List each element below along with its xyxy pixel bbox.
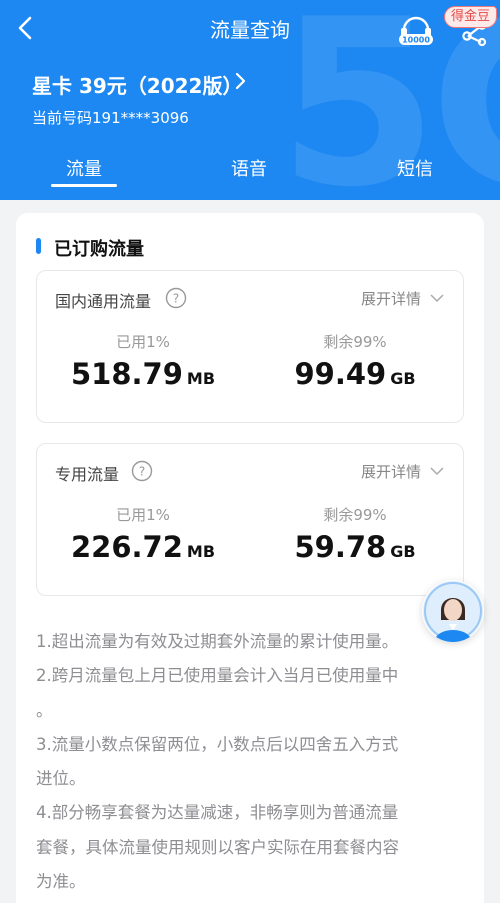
- used-amount: 518.79 MB: [33, 357, 253, 391]
- note-line: 4.部分畅享套餐为达量减速，非畅享则为普通流量: [36, 803, 399, 823]
- expand-details-link[interactable]: 展开详情: [361, 288, 421, 309]
- remaining-amount: 99.49 GB: [245, 357, 465, 391]
- note-line: 2.跨月流量包上月已使用量会计入当月已使用量中: [36, 666, 399, 686]
- tab-data[interactable]: 流量: [39, 155, 129, 181]
- question-circle-icon[interactable]: ?: [131, 460, 153, 482]
- customer-service-button[interactable]: 10000: [396, 12, 436, 48]
- header: 5G 流量查询 10000 得金豆 星卡 39元（2022版） 当前号码191*…: [0, 0, 500, 200]
- data-group-dedicated: 专用流量 ? 展开详情 已用1% 剩余99% 226.72 MB 59.78 GB: [36, 443, 464, 596]
- notes: 1.超出流量为有效及过期套外流量的累计使用量。 2.跨月流量包上月已使用量会计入…: [36, 625, 466, 899]
- used-value: 518.79: [70, 357, 183, 391]
- remaining-value: 99.49: [294, 357, 387, 391]
- svg-text:?: ?: [139, 465, 145, 479]
- note-line: 进位。: [36, 769, 86, 789]
- remaining-amount: 59.78 GB: [245, 530, 465, 564]
- expand-details-link[interactable]: 展开详情: [361, 461, 421, 482]
- note-line: 为准。: [36, 872, 86, 892]
- plan-name[interactable]: 星卡 39元（2022版）: [32, 70, 242, 99]
- chevron-right-icon[interactable]: [232, 68, 250, 94]
- section-marker: [36, 238, 41, 254]
- note-line: 套餐，具体流量使用规则以客户实际在用套餐内容: [36, 837, 399, 857]
- used-amount: 226.72 MB: [33, 530, 253, 564]
- chevron-down-icon[interactable]: [429, 463, 445, 479]
- used-unit: MB: [186, 542, 216, 561]
- gold-bean-badge[interactable]: 得金豆: [444, 6, 498, 28]
- remaining-value: 59.78: [294, 530, 387, 564]
- data-group-domestic: 国内通用流量 ? 展开详情 已用1% 剩余99% 518.79 MB 99.49 G…: [36, 270, 464, 423]
- group-label: 专用流量: [55, 465, 120, 484]
- chevron-down-icon[interactable]: [429, 290, 445, 306]
- assistant-avatar-button[interactable]: [422, 580, 484, 642]
- tab-bar: 流量 语音 短信: [0, 150, 500, 190]
- phone-label: 当前号码: [32, 109, 93, 127]
- note-line: 1.超出流量为有效及过期套外流量的累计使用量。: [36, 632, 399, 651]
- assistant-avatar-icon: [423, 581, 483, 642]
- remaining-caption: 剩余99%: [323, 506, 387, 524]
- group-label: 国内通用流量: [55, 292, 152, 311]
- used-caption: 已用1%: [116, 506, 170, 524]
- service-number: 10000: [402, 36, 430, 45]
- customer-service-icon: 10000: [399, 16, 433, 45]
- used-unit: MB: [186, 369, 216, 388]
- tab-voice[interactable]: 语音: [204, 155, 294, 181]
- current-number: 当前号码191****3096: [32, 107, 189, 128]
- tab-active-indicator: [51, 184, 117, 187]
- svg-text:?: ?: [173, 292, 179, 306]
- phone-number: 191****3096: [92, 109, 189, 127]
- subscribed-data-card: 已订购流量 国内通用流量 ? 展开详情 已用1% 剩余99% 518.79 MB …: [16, 213, 484, 903]
- section-title: 已订购流量: [54, 239, 144, 260]
- remaining-unit: GB: [390, 369, 416, 388]
- remaining-caption: 剩余99%: [323, 333, 387, 351]
- tab-sms[interactable]: 短信: [370, 155, 460, 181]
- used-value: 226.72: [70, 530, 183, 564]
- note-line: 。: [36, 700, 53, 720]
- question-circle-icon[interactable]: ?: [165, 287, 187, 309]
- used-caption: 已用1%: [116, 333, 170, 351]
- remaining-unit: GB: [390, 542, 416, 561]
- note-line: 3.流量小数点保留两位，小数点后以四舍五入方式: [36, 734, 399, 754]
